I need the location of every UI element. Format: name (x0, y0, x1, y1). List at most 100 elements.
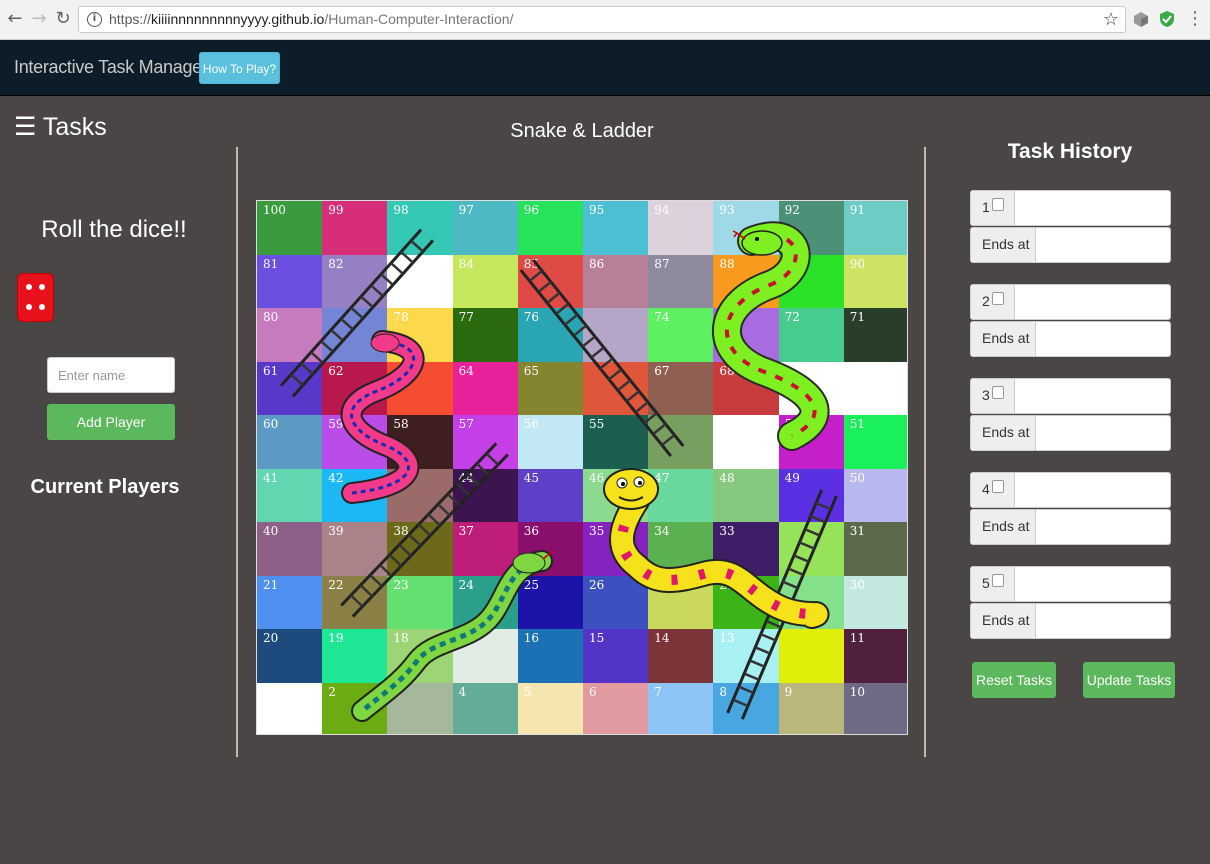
cell-number: 56 (523, 417, 540, 431)
board-cell: 91 (843, 201, 907, 255)
cell-number: 20 (263, 631, 279, 645)
board-cell: 59 (322, 415, 388, 469)
board-cell (778, 254, 844, 308)
board-cell (387, 254, 453, 308)
board-cell (322, 308, 388, 362)
board-cell: 37 (452, 522, 518, 576)
board-cell: 49 (778, 468, 844, 522)
back-icon[interactable]: ← (4, 8, 26, 30)
cell-number: 49 (784, 470, 800, 485)
forward-icon[interactable]: → (28, 8, 50, 30)
board-cell: 86 (583, 254, 649, 308)
cell-number: 35 (589, 524, 605, 538)
task-checkbox[interactable] (992, 480, 1004, 493)
board-cell: 7 (648, 682, 714, 734)
task-input-group[interactable]: 1 (970, 190, 1171, 226)
board-cell: 57 (452, 415, 518, 469)
task-input-group[interactable]: 4 (970, 472, 1171, 508)
cell-number: 84 (458, 256, 474, 271)
board-cell: 19 (322, 629, 388, 683)
board-cell: 36 (517, 522, 583, 576)
board-cell: 85 (517, 254, 583, 308)
how-to-play-button[interactable]: How To Play? (199, 52, 280, 84)
task-input-group[interactable]: 5 (970, 566, 1171, 602)
task-end-input-group[interactable]: Ends at (970, 415, 1171, 451)
board-cell: 8 (713, 682, 779, 734)
reload-icon[interactable]: ↻ (52, 8, 74, 30)
dice-pip (26, 304, 32, 310)
cell-number: 67 (654, 363, 670, 378)
board-cell: 21 (257, 575, 323, 629)
board-cell: 64 (452, 361, 518, 415)
board-cell: 99 (322, 201, 388, 255)
board-cell: 41 (257, 468, 323, 522)
menu-kebab-icon[interactable]: ⋮ (1184, 8, 1206, 30)
board-cell: 68 (713, 361, 779, 415)
extension-cube-icon[interactable] (1132, 10, 1150, 28)
cell-number: 71 (849, 310, 866, 324)
task-checkbox[interactable] (992, 292, 1004, 305)
task-input-group[interactable]: 2 (970, 284, 1171, 320)
task-checkbox[interactable] (992, 574, 1004, 587)
task-checkbox[interactable] (992, 386, 1004, 399)
cell-number: 82 (328, 256, 344, 271)
cell-number: 51 (849, 417, 866, 431)
cell-number: 61 (263, 363, 279, 378)
ends-at-label: Ends at (982, 424, 1030, 440)
bookmark-star-icon[interactable]: ☆ (1103, 9, 1119, 30)
dice-button[interactable] (17, 273, 54, 322)
cell-number: 58 (393, 417, 409, 431)
cell-number: 100 (263, 203, 286, 217)
cell-number: 98 (393, 203, 409, 217)
board-cell: 65 (517, 361, 583, 415)
tasks-menu-toggle[interactable]: ☰ Tasks (14, 112, 107, 142)
cell-number: 19 (328, 631, 344, 645)
board-cell: 44 (452, 468, 518, 522)
ends-at-label: Ends at (982, 236, 1030, 252)
task-end-input-group[interactable]: Ends at (970, 321, 1171, 357)
board-cell: 24 (452, 575, 518, 629)
task-number: 5 (982, 575, 990, 591)
game-board[interactable]: 100 99 98 97 96 95 94 93 92 91 81 82 84 85 86 87 88 90 80 7… (256, 200, 908, 735)
task-end-input-group[interactable]: Ends at (970, 509, 1171, 545)
task-number: 1 (982, 199, 990, 215)
cell-number: 7 (654, 684, 662, 699)
cell-number: 36 (523, 524, 540, 538)
board-cell: 80 (257, 308, 323, 362)
top-navbar: Interactive Task Manager How To Play? (0, 40, 1210, 96)
cell-number: 18 (393, 631, 409, 645)
brand-title[interactable]: Interactive Task Manager (14, 57, 208, 78)
task-input-group[interactable]: 3 (970, 378, 1171, 414)
add-player-button[interactable]: Add Player (47, 404, 175, 440)
board-cell: 47 (648, 468, 714, 522)
board-cell: 13 (713, 629, 779, 683)
task-end-input-group[interactable]: Ends at (970, 227, 1171, 263)
address-bar[interactable]: i https://kiiiinnnnnnnnnyyyy.github.io/H… (78, 6, 1126, 33)
board-cell: 71 (843, 308, 907, 362)
board-cell: 16 (517, 629, 583, 683)
task-end-input-group[interactable]: Ends at (970, 603, 1171, 639)
shield-check-icon[interactable] (1158, 10, 1176, 28)
cell-number: 39 (328, 524, 344, 538)
player-name-input[interactable] (47, 357, 175, 393)
cell-number: 55 (589, 417, 605, 431)
cell-number: 59 (328, 417, 344, 431)
task-number: 2 (982, 293, 990, 309)
cell-number: 68 (719, 363, 735, 378)
board-cell: 60 (257, 415, 323, 469)
board-cell: 40 (257, 522, 323, 576)
task-checkbox[interactable] (992, 198, 1004, 211)
cell-number: 10 (849, 684, 866, 699)
board-cell (843, 361, 907, 415)
cell-number: 9 (784, 684, 793, 699)
board-cell: 88 (713, 254, 779, 308)
board-cell: 10 (843, 682, 907, 734)
ends-at-label: Ends at (982, 330, 1030, 346)
dice-pip (39, 284, 45, 290)
reset-tasks-button[interactable]: Reset Tasks (972, 662, 1056, 698)
info-icon[interactable]: i (87, 12, 102, 27)
divider (924, 147, 926, 757)
update-tasks-button[interactable]: Update Tasks (1083, 662, 1175, 698)
url-text: https://kiiiinnnnnnnnnyyyy.github.io/Hum… (109, 11, 514, 27)
board-cell: 14 (648, 629, 714, 683)
